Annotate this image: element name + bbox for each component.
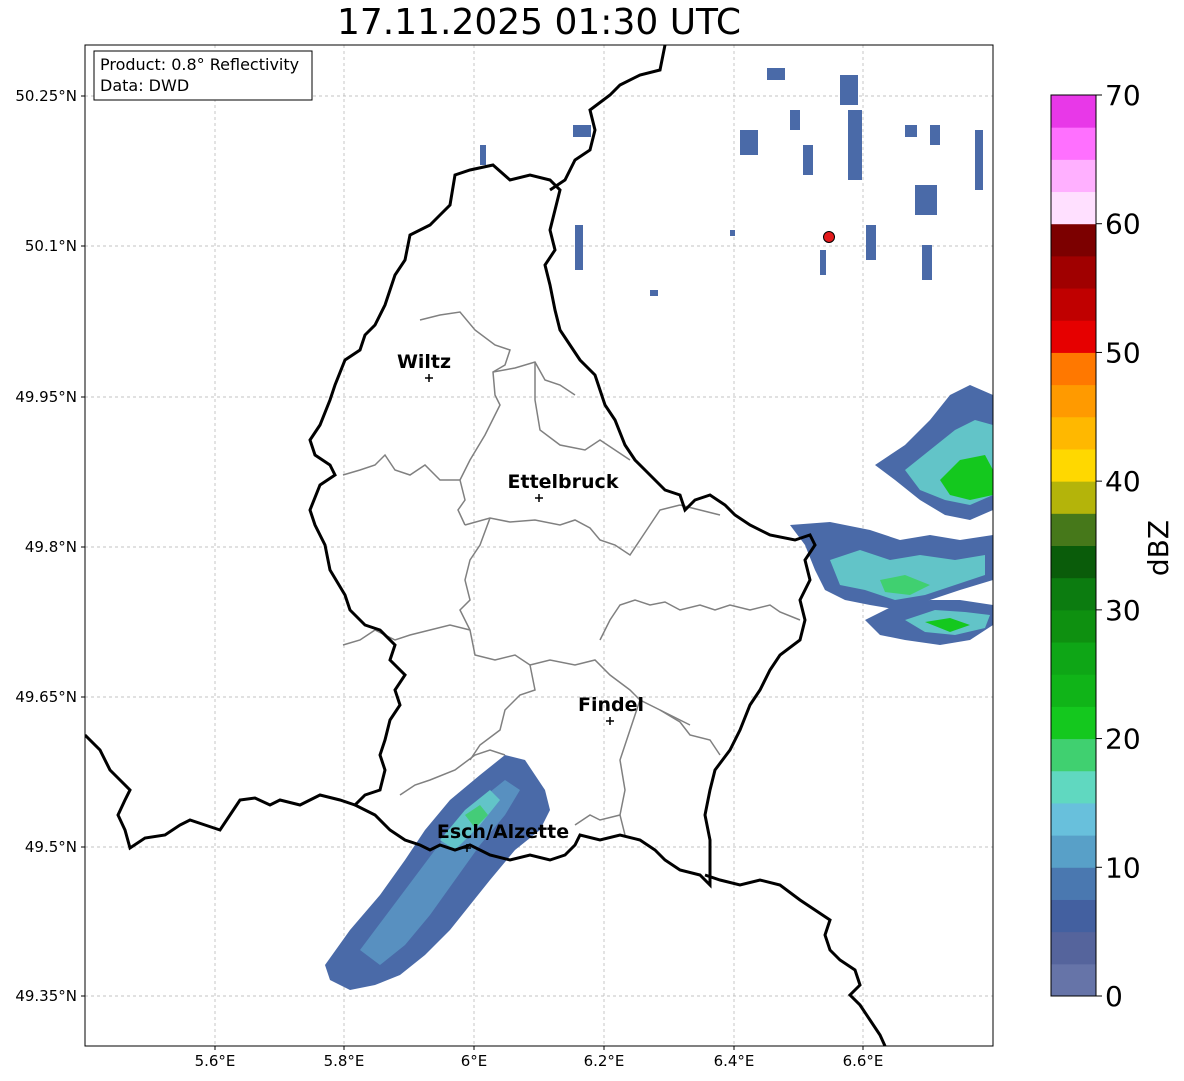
colorbar-tick-label: 70	[1105, 79, 1141, 112]
colorbar-segment	[1051, 191, 1096, 225]
x-tick-label: 6.4°E	[714, 1052, 755, 1070]
colorbar-segment	[1051, 513, 1096, 546]
colorbar-segment	[1051, 931, 1096, 965]
info-data-source: Data: DWD	[100, 76, 189, 95]
info-product: Product: 0.8° Reflectivity	[100, 55, 299, 74]
colorbar-tick-label: 0	[1105, 980, 1123, 1013]
colorbar-segment	[1051, 416, 1096, 450]
colorbar-tick-label: 30	[1105, 594, 1141, 627]
colorbar-segment	[1051, 899, 1096, 933]
colorbar-segment	[1051, 384, 1096, 418]
radar-site-icon	[823, 231, 835, 243]
colorbar-segment	[1051, 609, 1096, 643]
colorbar-ticks: 0 10 20 30 40 50 60 70	[1096, 79, 1141, 1013]
city-label-esch-alzette: Esch/Alzette	[437, 821, 569, 843]
city-label-wiltz: Wiltz	[397, 351, 451, 373]
y-tick-label: 49.65°N	[15, 688, 77, 706]
y-tick-labels: 50.25°N 50.1°N 49.95°N 49.8°N 49.65°N 49…	[15, 87, 77, 1005]
colorbar-segment	[1051, 738, 1096, 772]
colorbar-segment	[1051, 802, 1096, 836]
colorbar-label: dBZ	[1142, 520, 1175, 576]
colorbar-tick-label: 10	[1105, 851, 1141, 884]
colorbar-segment	[1051, 770, 1096, 804]
colorbar-segment	[1051, 642, 1096, 675]
y-tick-label: 49.35°N	[15, 987, 77, 1005]
colorbar-segment	[1051, 577, 1096, 611]
x-tick-label: 5.6°E	[195, 1052, 236, 1070]
x-tick-label: 6.6°E	[843, 1052, 884, 1070]
colorbar-segment	[1051, 95, 1096, 128]
colorbar-segment	[1051, 481, 1096, 514]
colorbar-segment	[1051, 867, 1096, 900]
y-tick-label: 50.1°N	[25, 237, 77, 255]
colorbar-segment	[1051, 288, 1096, 321]
colorbar-tick-label: 60	[1105, 208, 1141, 241]
y-tick-label: 49.95°N	[15, 388, 77, 406]
colorbar-tick-label: 40	[1105, 465, 1141, 498]
colorbar-segment	[1051, 835, 1096, 868]
radar-map: Wiltz Ettelbruck Findel Esch/Alzette 5.6…	[15, 44, 1175, 1070]
city-label-ettelbruck: Ettelbruck	[508, 471, 619, 493]
colorbar-tick-label: 50	[1105, 336, 1141, 369]
y-tick-label: 49.8°N	[25, 538, 77, 556]
colorbar-segment	[1051, 127, 1096, 160]
colorbar-tick-label: 20	[1105, 723, 1141, 756]
x-tick-label: 6.2°E	[584, 1052, 625, 1070]
y-tick-label: 49.5°N	[25, 838, 77, 856]
colorbar-segment	[1051, 545, 1096, 579]
colorbar-segment	[1051, 448, 1096, 482]
colorbar	[1051, 95, 1096, 997]
colorbar-segment	[1051, 674, 1096, 707]
x-tick-label: 6°E	[461, 1052, 488, 1070]
x-tick-labels: 5.6°E 5.8°E 6°E 6.2°E 6.4°E 6.6°E	[195, 1052, 884, 1070]
colorbar-segment	[1051, 963, 1096, 997]
x-tick-label: 5.8°E	[324, 1052, 365, 1070]
colorbar-segment	[1051, 223, 1096, 257]
colorbar-segment	[1051, 706, 1096, 740]
colorbar-segment	[1051, 159, 1096, 193]
colorbar-segment	[1051, 320, 1096, 353]
colorbar-segment	[1051, 352, 1096, 386]
city-label-findel: Findel	[578, 694, 644, 716]
colorbar-segment	[1051, 255, 1096, 289]
y-tick-label: 50.25°N	[15, 87, 77, 105]
info-box: Product: 0.8° Reflectivity Data: DWD	[93, 50, 313, 101]
